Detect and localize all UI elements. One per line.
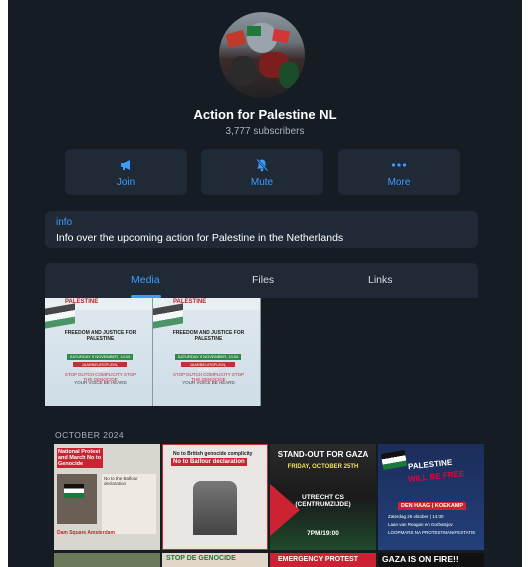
media-thumbnail[interactable]: No to British genocide complicity No to … bbox=[162, 444, 268, 550]
poster-title: PALESTINE bbox=[407, 457, 453, 472]
info-label: info bbox=[56, 217, 73, 228]
info-card: info Info over the upcoming action for P… bbox=[45, 211, 478, 248]
poster-date-bar: SATURDAY 9 NOVEMBER, 13:00 bbox=[175, 354, 241, 360]
tab-media[interactable]: Media bbox=[131, 274, 160, 286]
poster-text: Laan van Reagan en Gorbatsjov bbox=[388, 522, 453, 527]
poster-title: GAZA IS ON FIRE!! bbox=[382, 554, 459, 564]
channel-name: Action for Palestine NL bbox=[193, 107, 337, 122]
poster-title: National Protest and March No to Genocid… bbox=[57, 448, 103, 468]
more-label: More bbox=[387, 177, 411, 188]
flag-shape bbox=[247, 26, 261, 36]
subscriber-count: 3,777 subscribers bbox=[225, 126, 305, 137]
palestine-flag bbox=[153, 303, 183, 329]
poster-title: PALESTINE bbox=[65, 299, 99, 305]
join-button[interactable]: Join bbox=[65, 149, 187, 195]
media-thumbnail[interactable]: PALESTINE FREEDOM AND JUSTICE FOR PALEST… bbox=[153, 298, 261, 406]
poster-location: DEN HAAG | KOEKAMP bbox=[398, 502, 467, 510]
poster-title: WILL BE FREE bbox=[407, 469, 465, 484]
poster-location: Dam Square Amsterdam bbox=[57, 530, 115, 536]
palestine-flag bbox=[380, 450, 408, 470]
poster-place-bar: JAARBEURSPLEIN, UTRECHT bbox=[181, 362, 235, 372]
poster-place-bar: JAARBEURSPLEIN, UTRECHT bbox=[73, 362, 127, 372]
mute-button[interactable]: Mute bbox=[201, 149, 323, 195]
more-button[interactable]: More bbox=[338, 149, 460, 195]
section-header: OCTOBER 2024 bbox=[55, 430, 125, 440]
poster-time: 7PM/19:00 bbox=[307, 530, 339, 537]
crowd-shape bbox=[279, 62, 299, 88]
palestine-flag bbox=[45, 303, 75, 329]
poster-date-bar: SATURDAY 9 NOVEMBER, 13:00 bbox=[67, 354, 133, 360]
poster-title: STOP DE GENOCIDE bbox=[166, 555, 236, 562]
poster-title: EMERGENCY PROTEST bbox=[278, 556, 358, 563]
poster-location: UTRECHT CS (CENTRUMZIJDE) bbox=[295, 494, 351, 508]
megaphone-icon bbox=[65, 157, 187, 173]
poster-text: YOUR VOICE BE HEARD bbox=[74, 380, 127, 385]
poster-text: No to the Balfour declaration bbox=[102, 474, 156, 534]
poster-text: LOOPMARS NA PROTESTMANIFESTATIE bbox=[388, 530, 476, 535]
media-thumbnail[interactable]: PALESTINE WILL BE FREE DEN HAAG | KOEKAM… bbox=[378, 444, 484, 550]
poster-text: FREEDOM AND JUSTICE FOR PALESTINE bbox=[64, 330, 137, 342]
flag-shape bbox=[225, 29, 247, 49]
media-thumbnail[interactable]: EMERGENCY PROTEST bbox=[270, 553, 376, 567]
pinned-media: PALESTINE FREEDOM AND JUSTICE FOR PALEST… bbox=[45, 298, 478, 408]
poster-text: FREEDOM AND JUSTICE FOR PALESTINE bbox=[172, 330, 245, 342]
poster-title: PALESTINE bbox=[173, 299, 207, 305]
poster-photo bbox=[57, 474, 97, 524]
poster-text: Zaterdag 26 oktober | 14:30 bbox=[388, 514, 444, 519]
media-thumbnail[interactable]: GAZA IS ON FIRE!! bbox=[378, 553, 484, 567]
media-thumbnail[interactable] bbox=[54, 553, 160, 567]
poster-text: No to British genocide complicity bbox=[173, 451, 253, 457]
poster-title: STAND-OUT FOR GAZA bbox=[277, 450, 369, 459]
ellipsis-icon bbox=[338, 157, 460, 173]
media-thumbnail[interactable]: PALESTINE FREEDOM AND JUSTICE FOR PALEST… bbox=[45, 298, 153, 406]
media-tabs: Media Files Links bbox=[45, 263, 478, 298]
poster-title: No to Balfour declaration bbox=[171, 458, 247, 466]
media-thumbnail[interactable]: STOP DE GENOCIDE bbox=[162, 553, 268, 567]
channel-avatar[interactable] bbox=[219, 12, 305, 98]
mute-label: Mute bbox=[250, 177, 274, 188]
poster-date: FRIDAY, OCTOBER 25TH bbox=[287, 464, 359, 470]
tab-links[interactable]: Links bbox=[368, 274, 393, 286]
info-text: Info over the upcoming action for Palest… bbox=[56, 232, 344, 244]
poster-text: YOUR VOICE BE HEARD bbox=[182, 380, 235, 385]
palestine-flag bbox=[64, 484, 84, 498]
crowd-shape bbox=[231, 56, 255, 86]
flag-triangle bbox=[270, 484, 300, 536]
media-thumbnail[interactable]: STAND-OUT FOR GAZA FRIDAY, OCTOBER 25TH … bbox=[270, 444, 376, 550]
flag-shape bbox=[272, 28, 290, 44]
poster-portrait bbox=[193, 481, 237, 535]
bell-slash-icon bbox=[201, 157, 323, 173]
media-thumbnail[interactable]: National Protest and March No to Genocid… bbox=[54, 444, 160, 550]
join-label: Join bbox=[116, 177, 136, 188]
tab-files[interactable]: Files bbox=[252, 274, 274, 286]
channel-info-panel: Action for Palestine NL 3,777 subscriber… bbox=[8, 0, 522, 567]
